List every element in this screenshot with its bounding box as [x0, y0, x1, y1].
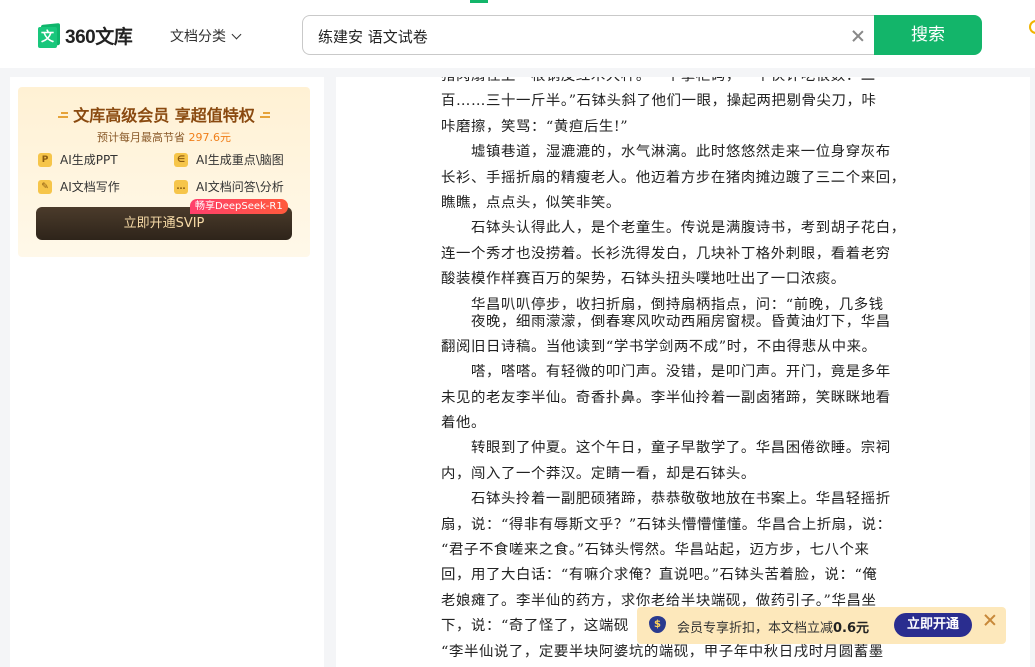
document-line: 石钵头认得此人，是个老童生。传说是满腹诗书，考到胡子花白， — [441, 220, 906, 237]
logo-text: 360文库 — [65, 27, 133, 48]
document-line: 墟镇巷道，湿漉漉的，水气淋漓。此时悠悠然走来一位身穿灰布 — [441, 144, 891, 161]
document-line: 转眼到了仲夏。这个午日，童子早散学了。华昌困倦欲睡。宗祠 — [441, 440, 891, 457]
saving-amount: 297.6元 — [188, 131, 232, 144]
document-line: 夜晚，细雨濛濛，倒春寒风吹动西厢房窗棂。昏黄油灯下，华昌 — [441, 313, 891, 330]
chevron-down-icon — [231, 29, 242, 39]
document-line: “君子不食嗟来之食。”石钵头愕然。华昌站起，迈方步，七八个来 — [441, 542, 870, 559]
doc-category-label: 文档分类 — [170, 29, 226, 45]
document-line: 瞧瞧，点点头，似笑非笑。 — [441, 194, 621, 211]
search-button[interactable]: 搜索 — [874, 15, 982, 55]
search-input[interactable] — [318, 25, 838, 47]
document-line: 石钵头拎着一副肥硕猪蹄，恭恭敬敬地放在书案上。华昌轻摇折 — [441, 491, 891, 508]
document-line: 未见的老友李半仙。奇香扑鼻。李半仙拎着一副卤猪蹄，笑眯眯地看 — [441, 389, 891, 406]
coupon-icon: $ — [649, 616, 666, 633]
document-line: 着他。 — [441, 415, 486, 432]
feature-ai-mindmap: ∈ AI生成重点\脑图 — [174, 151, 284, 168]
ppt-icon: P — [38, 152, 52, 167]
close-icon[interactable] — [848, 26, 868, 46]
document-text: 猪肉扇往上一根钢皮红木大杆。一个掌柜码，一个伙计吃很数：二百……三十一斤半。”石… — [441, 77, 946, 665]
deepseek-badge: 畅享DeepSeek-R1 — [190, 199, 288, 214]
site-logo[interactable]: 文 360文库 — [38, 22, 133, 49]
document-viewer[interactable]: 猪肉扇往上一根钢皮红木大杆。一个掌柜码，一个伙计吃很数：二百……三十一斤半。”石… — [336, 77, 1030, 667]
decor-left-icon — [58, 111, 69, 118]
document-line: 连一个秀才也没捞着。长衫洗得发白，几块补丁格外刺眼，看着老穷 — [441, 245, 891, 262]
vip-subtitle: 预计每月最高节省 297.6元 — [97, 131, 232, 144]
user-icon[interactable] — [1029, 20, 1035, 34]
document-line: 嗒，嗒嗒。有轻微的叩门声。没错，是叩门声。开门，竟是多年 — [441, 364, 891, 381]
promo-text: 会员专享折扣，本文档立减0.6元 — [677, 621, 870, 636]
document-line: 翻阅旧日诗稿。当他读到“学书学剑两不成”时，不由得悲从中来。 — [441, 338, 877, 355]
feature-ai-qa: … AI文档问答\分析 — [174, 178, 284, 195]
decor-right-icon — [259, 111, 270, 118]
header-bar: 文 360文库 文档分类 搜索 — [0, 0, 1035, 68]
document-line: 长衫、手摇折扇的精瘦老人。他迈着方步在猪肉摊边踱了三二个来回， — [441, 169, 906, 186]
pen-icon: ✎ — [38, 179, 52, 194]
chat-icon: … — [174, 179, 188, 194]
document-line: 酸装模作样赛百万的架势，石钵头扭头噗地吐出了一口浓痰。 — [441, 271, 846, 288]
vip-promo-card: 文库高级会员 享超值特权 预计每月最高节省 297.6元 P AI生成PPT ∈… — [18, 87, 310, 257]
mindmap-icon: ∈ — [174, 152, 188, 167]
activate-button[interactable]: 立即开通 — [894, 613, 972, 637]
discount-promo-bar: $ 会员专享折扣，本文档立减0.6元 立即开通 — [637, 607, 1006, 644]
vip-title: 文库高级会员 享超值特权 — [18, 102, 310, 126]
doc-category-menu[interactable]: 文档分类 — [170, 26, 242, 46]
document-line: 华昌叭叭停步，收扫折扇，倒持扇柄指点，问：“前晚，几多钱 — [441, 296, 884, 310]
active-indicator — [470, 0, 488, 3]
feature-ai-writing: ✎ AI文档写作 — [38, 178, 120, 195]
logo-icon: 文 — [38, 22, 60, 48]
document-line: 回，用了大白话：“有嘛介求俺？直说吧。”石钵头苦着脸，说：“俺 — [441, 567, 878, 584]
search-box — [302, 15, 878, 55]
document-line: 百……三十一斤半。”石钵头斜了他们一眼，操起两把剔骨尖刀，咔 — [441, 93, 877, 110]
feature-ai-ppt: P AI生成PPT — [38, 151, 118, 168]
document-line: 内，闯入了一个莽汉。定睛一看，却是石钵头。 — [441, 465, 756, 482]
document-line: 咔磨擦，笑骂：“黄疸后生!” — [441, 118, 629, 135]
document-line: 猪肉扇往上一根钢皮红木大杆。一个掌柜码，一个伙计吃很数：二 — [441, 77, 946, 89]
promo-amount: 0.6元 — [833, 621, 870, 636]
document-line: 扇，说：“得非有辱斯文乎？”石钵头懵懵懂懂。华昌合上折扇，说： — [441, 516, 892, 533]
close-icon[interactable] — [983, 613, 997, 627]
